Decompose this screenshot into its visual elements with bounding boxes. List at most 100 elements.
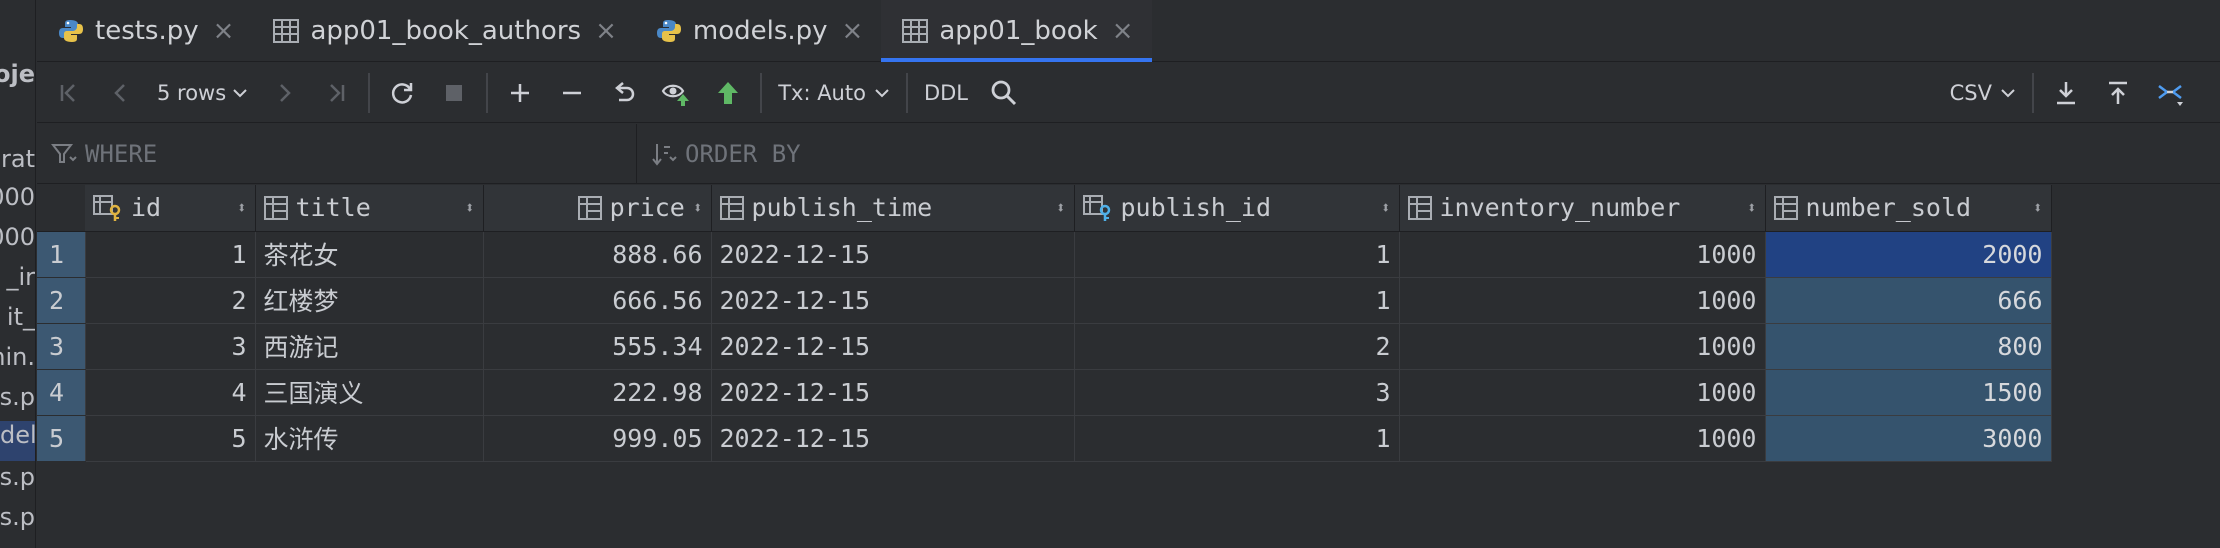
tab-app01-book[interactable]: app01_book ×: [881, 0, 1152, 62]
project-strip-item[interactable]: os.p: [0, 383, 35, 411]
order-by-input[interactable]: ORDER BY: [637, 140, 801, 168]
export-data-button[interactable]: [2040, 63, 2092, 123]
add-row-button[interactable]: [494, 63, 546, 123]
cell-inventory-number[interactable]: 1000: [1399, 415, 1766, 462]
cell-title[interactable]: 茶花女: [255, 231, 484, 278]
cell-id[interactable]: 5: [85, 415, 256, 462]
close-icon[interactable]: ×: [595, 16, 617, 46]
row-number[interactable]: 2: [37, 277, 86, 324]
revert-button[interactable]: [598, 63, 650, 123]
tab-models-py[interactable]: models.py ×: [635, 0, 881, 62]
sort-toggle-icon[interactable]: ⬍: [1739, 198, 1757, 217]
cell-publish-time[interactable]: 2022-12-15: [711, 231, 1075, 278]
cell-publish-id[interactable]: 3: [1074, 369, 1400, 416]
cell-price[interactable]: 666.56: [483, 277, 712, 324]
project-strip-item[interactable]: min.: [0, 343, 35, 371]
table-row[interactable]: 5 5 水浒传 999.05 2022-12-15 1 1000 3000: [37, 415, 2052, 462]
close-icon[interactable]: ×: [213, 16, 235, 46]
cell-publish-time[interactable]: 2022-12-15: [711, 323, 1075, 370]
sort-toggle-icon[interactable]: ⬍: [457, 198, 475, 217]
cell-inventory-number[interactable]: 1000: [1399, 231, 1766, 278]
next-page-button[interactable]: [258, 63, 310, 123]
cell-price[interactable]: 555.34: [483, 323, 712, 370]
cell-title[interactable]: 西游记: [255, 323, 484, 370]
transaction-mode-dropdown[interactable]: Tx: Auto: [768, 63, 900, 123]
table-row[interactable]: 1 1 茶花女 888.66 2022-12-15 1 1000 2000: [37, 231, 2052, 278]
cell-id[interactable]: 1: [85, 231, 256, 278]
cell-number-sold[interactable]: 2000: [1765, 231, 2052, 278]
preview-pending-changes-button[interactable]: [650, 63, 702, 123]
cell-number-sold[interactable]: 1500: [1765, 369, 2052, 416]
ddl-button[interactable]: DDL: [914, 63, 978, 123]
import-data-button[interactable]: [2092, 63, 2144, 123]
row-number[interactable]: 4: [37, 369, 86, 416]
row-number[interactable]: 3: [37, 323, 86, 370]
close-icon[interactable]: ×: [842, 16, 864, 46]
last-page-button[interactable]: [310, 63, 362, 123]
column-header-inventory-number[interactable]: inventory_number ⬍: [1399, 185, 1766, 232]
column-header-number-sold[interactable]: number_sold ⬍: [1765, 185, 2052, 232]
sort-toggle-icon[interactable]: ⬍: [1048, 198, 1066, 217]
project-strip-item[interactable]: grat: [0, 145, 35, 173]
row-number[interactable]: 1: [37, 231, 86, 278]
stop-button[interactable]: [428, 63, 480, 123]
cell-price[interactable]: 222.98: [483, 369, 712, 416]
delete-row-button[interactable]: [546, 63, 598, 123]
column-header-publish-id[interactable]: publish_id ⬍: [1074, 185, 1400, 232]
export-format-dropdown[interactable]: CSV: [1940, 63, 2026, 123]
cell-title[interactable]: 水浒传: [255, 415, 484, 462]
tab-tests-py[interactable]: tests.py ×: [37, 0, 252, 62]
cell-inventory-number[interactable]: 1000: [1399, 323, 1766, 370]
cell-publish-time[interactable]: 2022-12-15: [711, 277, 1075, 324]
table-row[interactable]: 4 4 三国演义 222.98 2022-12-15 3 1000 1500: [37, 369, 2052, 416]
search-button[interactable]: [978, 63, 1030, 123]
project-strip-item[interactable]: 000: [0, 183, 35, 211]
project-strip-item[interactable]: 000: [0, 223, 35, 251]
cell-publish-id[interactable]: 1: [1074, 415, 1400, 462]
cell-inventory-number[interactable]: 1000: [1399, 369, 1766, 416]
column-header-title[interactable]: title ⬍: [255, 185, 484, 232]
project-strip-item[interactable]: oje: [0, 60, 35, 88]
cell-title[interactable]: 红楼梦: [255, 277, 484, 324]
tab-app01-book-authors[interactable]: app01_book_authors ×: [252, 0, 634, 62]
previous-page-button[interactable]: [95, 63, 147, 123]
project-strip-item[interactable]: it_: [7, 303, 35, 331]
cell-number-sold[interactable]: 3000: [1765, 415, 2052, 462]
project-strip-item[interactable]: ws.p: [0, 503, 35, 531]
close-icon[interactable]: ×: [1112, 16, 1134, 46]
sort-toggle-icon[interactable]: ⬍: [229, 198, 247, 217]
project-tool-window-strip[interactable]: oje grat 000 000 _ir it_ min. os.p del t…: [0, 0, 36, 548]
cell-id[interactable]: 2: [85, 277, 256, 324]
sort-toggle-icon[interactable]: ⬍: [1373, 198, 1391, 217]
table-row[interactable]: 2 2 红楼梦 666.56 2022-12-15 1 1000 666: [37, 277, 2052, 324]
where-filter-input[interactable]: WHERE: [37, 123, 637, 184]
sort-toggle-icon[interactable]: ⬍: [2025, 198, 2043, 217]
column-header-price[interactable]: price ⬍: [483, 185, 712, 232]
compare-button[interactable]: [2144, 63, 2196, 123]
project-strip-item-selected[interactable]: del: [0, 421, 35, 461]
first-page-button[interactable]: [43, 63, 95, 123]
reload-button[interactable]: [376, 63, 428, 123]
cell-price[interactable]: 888.66: [483, 231, 712, 278]
cell-inventory-number[interactable]: 1000: [1399, 277, 1766, 324]
cell-publish-time[interactable]: 2022-12-15: [711, 369, 1075, 416]
project-strip-item[interactable]: _ir: [6, 263, 35, 291]
submit-button[interactable]: [702, 63, 754, 123]
cell-number-sold[interactable]: 666: [1765, 277, 2052, 324]
cell-price[interactable]: 999.05: [483, 415, 712, 462]
row-number[interactable]: 5: [37, 415, 86, 462]
table-row[interactable]: 3 3 西游记 555.34 2022-12-15 2 1000 800: [37, 323, 2052, 370]
column-header-publish-time[interactable]: publish_time ⬍: [711, 185, 1075, 232]
cell-publish-id[interactable]: 1: [1074, 277, 1400, 324]
rows-count-dropdown[interactable]: 5 rows: [147, 63, 258, 123]
cell-publish-id[interactable]: 2: [1074, 323, 1400, 370]
cell-number-sold[interactable]: 800: [1765, 323, 2052, 370]
cell-title[interactable]: 三国演义: [255, 369, 484, 416]
sort-toggle-icon[interactable]: ⬍: [685, 198, 703, 217]
cell-publish-id[interactable]: 1: [1074, 231, 1400, 278]
project-strip-item[interactable]: ts.p: [0, 463, 35, 491]
cell-id[interactable]: 3: [85, 323, 256, 370]
cell-publish-time[interactable]: 2022-12-15: [711, 415, 1075, 462]
cell-id[interactable]: 4: [85, 369, 256, 416]
column-header-id[interactable]: id ⬍: [85, 185, 256, 232]
